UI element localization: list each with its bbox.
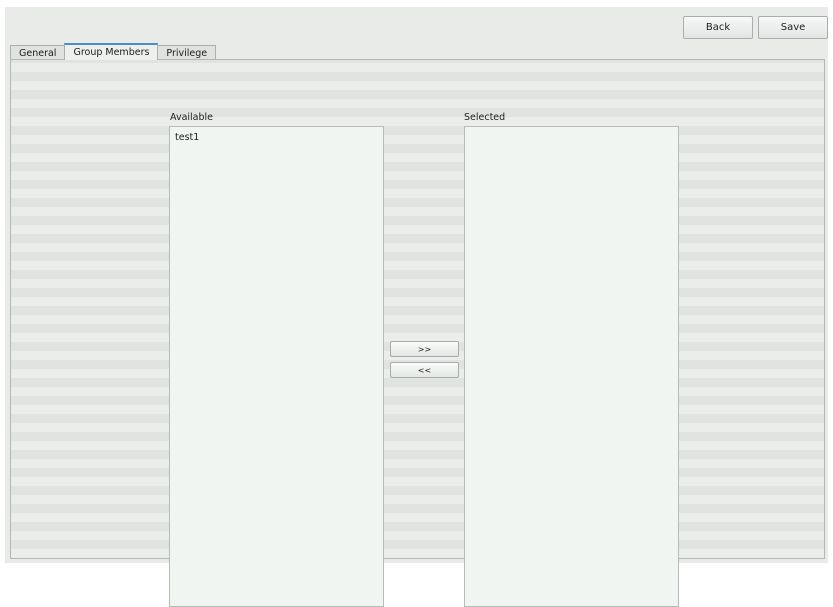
available-label: Available: [170, 112, 214, 123]
list-item[interactable]: test1: [170, 127, 383, 146]
tab-bar: General Group Members Privilege: [10, 38, 217, 60]
group-editor-window: Back Save General Group Members Privileg…: [5, 7, 828, 607]
group-members-panel: Available Selected test1 >> <<: [10, 59, 825, 607]
add-member-button[interactable]: >>: [390, 341, 459, 357]
tab-group-members[interactable]: Group Members: [64, 43, 159, 60]
save-button[interactable]: Save: [758, 16, 828, 39]
available-list[interactable]: test1: [169, 126, 384, 607]
selected-list[interactable]: [464, 126, 679, 607]
selected-label: Selected: [464, 112, 506, 123]
remove-member-button[interactable]: <<: [390, 362, 459, 378]
back-button[interactable]: Back: [683, 16, 753, 39]
tab-general[interactable]: General: [10, 45, 66, 60]
tab-privilege[interactable]: Privilege: [157, 45, 217, 60]
